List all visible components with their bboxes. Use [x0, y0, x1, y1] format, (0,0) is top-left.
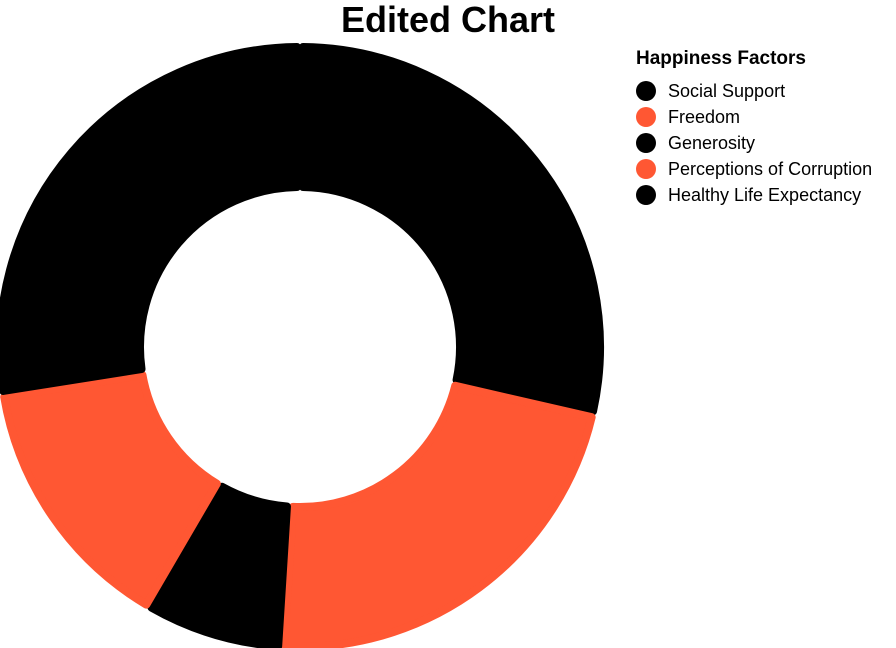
legend-label-generosity: Generosity — [668, 132, 756, 153]
legend-item-perceptions-of-corruption: Perceptions of Corruption — [636, 156, 894, 182]
legend-swatch-perceptions-of-corruption — [636, 159, 656, 179]
legend-swatch-healthy-life-expectancy — [636, 185, 656, 205]
legend: Happiness Factors Social Support Freedom G… — [636, 46, 894, 208]
legend-swatch-freedom — [636, 107, 656, 127]
legend-title: Happiness Factors — [636, 48, 806, 69]
chart-title: Edited Chart — [340, 0, 555, 40]
legend-label-perceptions-of-corruption: Perceptions of Corruption — [668, 158, 873, 179]
donut-chart: Edited Chart Happiness Factors Social Su… — [0, 0, 896, 648]
legend-label-social-support: Social Support — [668, 80, 786, 101]
legend-label-healthy-life-expectancy: Healthy Life Expectancy — [668, 184, 862, 205]
legend-label-freedom: Freedom — [668, 106, 741, 127]
legend-items: Social Support Freedom Generosity Perceptio… — [636, 78, 894, 208]
legend-item-freedom: Freedom — [636, 104, 894, 130]
legend-item-generosity: Generosity — [636, 130, 894, 156]
legend-item-social-support: Social Support — [636, 78, 894, 104]
donut-slice-social-support — [299, 43, 604, 416]
legend-item-healthy-life-expectancy: Healthy Life Expectancy — [636, 182, 894, 208]
legend-swatch-generosity — [636, 133, 656, 153]
donut-slice-healthy-life-expectancy — [0, 43, 301, 395]
donut-slice-freedom — [280, 381, 596, 648]
legend-swatch-social-support — [636, 81, 656, 101]
